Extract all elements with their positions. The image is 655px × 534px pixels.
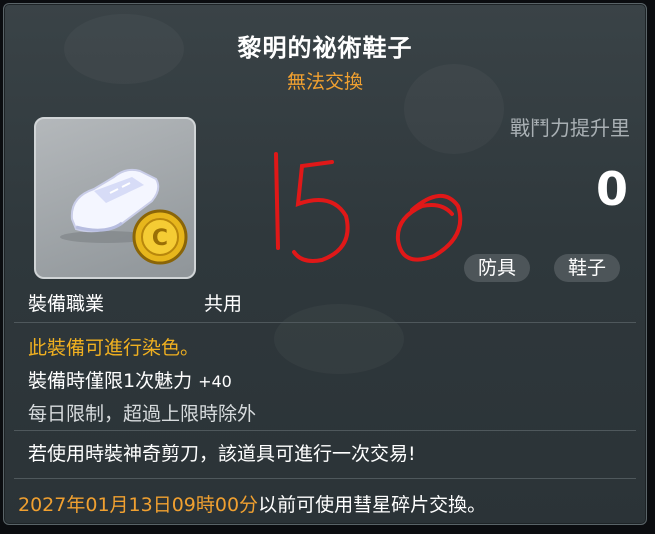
expiry-note: 2027年01月13日09時00分以前可使用彗星碎片交換。	[18, 490, 486, 517]
divider	[14, 430, 636, 431]
trade-status: 無法交換	[286, 71, 363, 93]
expiry-suffix: 以前可使用彗星碎片交換。	[258, 494, 487, 516]
divider	[14, 478, 636, 479]
expiry-date: 2027年01月13日09時00分	[18, 494, 259, 516]
tag-armor: 防具	[464, 254, 531, 282]
svg-text:C: C	[152, 226, 168, 251]
tag-shoes: 鞋子	[554, 254, 621, 282]
background-decoration	[274, 304, 404, 374]
item-tooltip: 黎明的祕術鞋子 無法交換 C 戰鬥力提升里 0 防具 鞋子 裝備職業 共用 此裝…	[3, 3, 647, 525]
item-icon-frame: C	[34, 117, 196, 279]
charm-limit: 裝備時僅限1次魅力 +40	[28, 366, 232, 393]
job-value: 共用	[204, 293, 243, 315]
charm-bonus: +40	[198, 372, 232, 391]
charm-limit-text: 裝備時僅限1次魅力	[28, 370, 193, 392]
trade-note: 若使用時裝神奇剪刀，該道具可進行一次交易!	[28, 443, 416, 465]
handwritten-scribble	[274, 152, 463, 263]
job-label: 裝備職業	[28, 293, 105, 315]
item-name: 黎明的祕術鞋子	[237, 34, 413, 62]
power-value: 0	[595, 162, 628, 216]
divider	[14, 322, 636, 323]
daily-limit-note: 每日限制，超過上限時除外	[28, 403, 257, 425]
shoes-icon: C	[60, 168, 188, 265]
power-label: 戰鬥力提升里	[510, 116, 630, 140]
dye-note: 此裝備可進行染色。	[28, 337, 200, 359]
